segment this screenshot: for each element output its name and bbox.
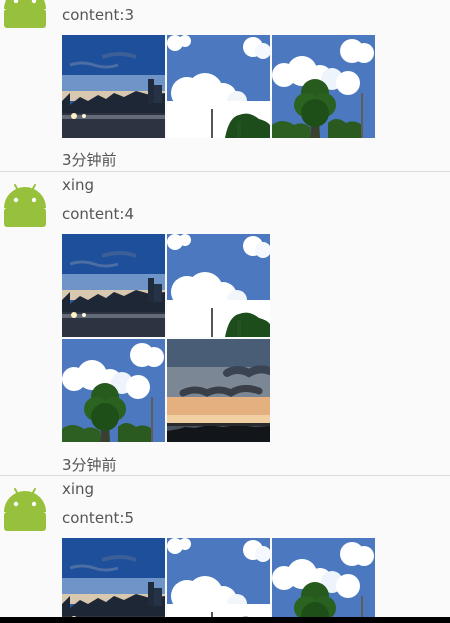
post-content-text: content:3 bbox=[62, 6, 135, 24]
sunset-clouds-photo[interactable] bbox=[167, 339, 270, 442]
cloud-sky-photo[interactable] bbox=[167, 234, 270, 337]
post-content-text: content:5 bbox=[62, 509, 135, 527]
android-avatar-icon bbox=[0, 0, 50, 29]
tree-sky-photo[interactable] bbox=[272, 35, 375, 138]
tree-sky-photo[interactable] bbox=[272, 538, 375, 617]
cloud-sky-photo[interactable] bbox=[167, 35, 270, 138]
post-author-name: xing bbox=[62, 176, 95, 194]
post-timestamp: 3分钟前 bbox=[62, 456, 117, 474]
post-content-text: content:4 bbox=[62, 205, 135, 223]
tree-sky-photo[interactable] bbox=[62, 339, 165, 442]
post-feed[interactable]: content:3 3分钟前 xing content:4 3分钟前 xing … bbox=[0, 0, 450, 617]
post-item[interactable]: content:3 3分钟前 bbox=[0, 0, 450, 173]
dusk-street-photo[interactable] bbox=[62, 35, 165, 138]
post-item[interactable]: xing content:5 bbox=[0, 476, 450, 617]
android-avatar-icon bbox=[0, 178, 50, 228]
cloud-sky-photo[interactable] bbox=[167, 538, 270, 617]
dusk-street-photo[interactable] bbox=[62, 538, 165, 617]
android-avatar-icon bbox=[0, 482, 50, 532]
post-item[interactable]: xing content:4 3分钟前 bbox=[0, 172, 450, 476]
post-author-name: xing bbox=[62, 480, 95, 498]
post-timestamp: 3分钟前 bbox=[62, 151, 117, 169]
system-navigation-bar bbox=[0, 617, 450, 623]
dusk-street-photo[interactable] bbox=[62, 234, 165, 337]
